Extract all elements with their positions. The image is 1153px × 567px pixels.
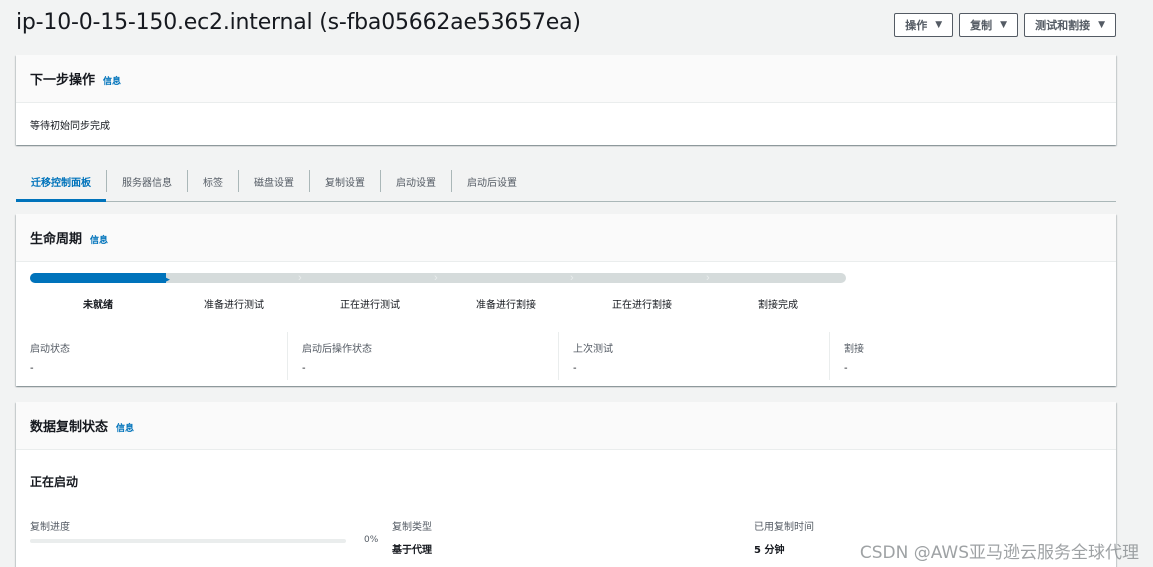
tab-bar: 迁移控制面板 服务器信息 标签 磁盘设置 复制设置 启动设置 启动后设置	[16, 166, 1116, 202]
caret-down-icon: ▼	[1098, 20, 1105, 30]
header-actions: 操作 ▼ 复制 ▼ 测试和割接 ▼	[894, 13, 1116, 37]
lifecycle-step: 正在进行割接	[612, 300, 672, 311]
stat-value: -	[573, 363, 577, 374]
stat-label: 启动状态	[30, 344, 70, 355]
chevron-right-icon: ›	[706, 272, 710, 284]
page-title: ip-10-0-15-150.ec2.internal (s-fba05662a…	[16, 10, 581, 35]
lifecycle-info-link[interactable]: 信息	[90, 233, 108, 246]
next-steps-message: 等待初始同步完成	[30, 121, 110, 132]
lifecycle-step: 准备进行割接	[476, 300, 536, 311]
caret-down-icon: ▼	[935, 20, 943, 30]
replication-info-link[interactable]: 信息	[116, 421, 134, 434]
stat-label: 上次测试	[573, 344, 613, 355]
chevron-right-icon: ›	[298, 272, 302, 284]
operate-dropdown-button[interactable]: 操作 ▼	[894, 13, 954, 37]
tab-launch-settings[interactable]: 启动设置	[381, 166, 451, 201]
next-steps-panel: 下一步操作 信息 等待初始同步完成	[16, 55, 1116, 145]
lifecycle-stats: 启动状态 - 启动后操作状态 - 上次测试 - 割接 -	[16, 332, 1116, 380]
lifecycle-title: 生命周期	[30, 232, 83, 247]
next-steps-title: 下一步操作	[30, 73, 96, 88]
chevron-right-icon: ›	[570, 272, 574, 284]
chevron-right-icon: ›	[434, 272, 438, 284]
stat-last-test: 上次测试 -	[558, 332, 829, 380]
tab-post-launch-settings[interactable]: 启动后设置	[452, 166, 532, 201]
stat-post-launch-status: 启动后操作状态 -	[287, 332, 558, 380]
lifecycle-step: 未就绪	[83, 300, 113, 311]
lifecycle-panel: 生命周期 信息 ▶ › › › › 未就绪 准备进行测试 正在进行测试 准备进行割接 正…	[16, 214, 1116, 386]
tab-disk-settings[interactable]: 磁盘设置	[239, 166, 309, 201]
tab-server-info[interactable]: 服务器信息	[107, 166, 187, 201]
replication-elapsed-value: 5 分钟	[754, 545, 785, 556]
stat-value: -	[30, 363, 34, 374]
caret-down-icon: ▼	[1000, 20, 1008, 30]
chevron-right-icon: ▶	[163, 274, 170, 284]
replication-status: 正在启动	[30, 475, 79, 489]
test-cutover-dropdown-button[interactable]: 测试和割接 ▼	[1024, 13, 1116, 37]
replication-type-group: 复制类型 基于代理	[392, 518, 432, 556]
lifecycle-progress-bar: ▶ › › › ›	[30, 272, 846, 284]
replicate-label: 复制	[970, 19, 993, 32]
stat-value: -	[302, 363, 306, 374]
replication-progress-percent: 0%	[364, 535, 379, 545]
next-steps-header: 下一步操作 信息	[16, 55, 1116, 103]
stat-label: 割接	[844, 344, 864, 355]
replication-title: 数据复制状态	[30, 420, 109, 435]
lifecycle-step: 正在进行测试	[340, 300, 400, 311]
lifecycle-header: 生命周期 信息	[16, 214, 1116, 262]
replication-type-label: 复制类型	[392, 522, 432, 533]
replication-type-value: 基于代理	[392, 545, 432, 556]
stat-launch-status: 启动状态 -	[16, 332, 287, 380]
replication-progress-label: 复制进度	[30, 522, 70, 533]
lifecycle-steps: 未就绪 准备进行测试 正在进行测试 准备进行割接 正在进行割接 割接完成	[30, 296, 846, 311]
tab-migration-dashboard[interactable]: 迁移控制面板	[16, 166, 106, 202]
replication-elapsed-label: 已用复制时间	[754, 522, 814, 533]
replication-progress-bar	[30, 539, 346, 543]
operate-label: 操作	[905, 19, 928, 32]
tab-tags[interactable]: 标签	[188, 166, 238, 201]
replicate-dropdown-button[interactable]: 复制 ▼	[959, 13, 1019, 37]
next-steps-info-link[interactable]: 信息	[103, 74, 121, 87]
lifecycle-progress-fill	[30, 273, 166, 283]
tab-replication-settings[interactable]: 复制设置	[310, 166, 380, 201]
replication-elapsed-group: 已用复制时间 5 分钟	[754, 518, 814, 556]
stat-label: 启动后操作状态	[302, 344, 372, 355]
test-cutover-label: 测试和割接	[1035, 19, 1091, 32]
lifecycle-step: 准备进行测试	[204, 300, 264, 311]
lifecycle-step: 割接完成	[758, 300, 798, 311]
watermark: CSDN @AWS亚马逊云服务全球代理	[859, 543, 1139, 563]
stat-cutover: 割接 -	[829, 332, 1100, 380]
replication-header: 数据复制状态 信息	[16, 402, 1116, 450]
stat-value: -	[844, 363, 848, 374]
replication-progress-group: 复制进度	[30, 518, 70, 533]
